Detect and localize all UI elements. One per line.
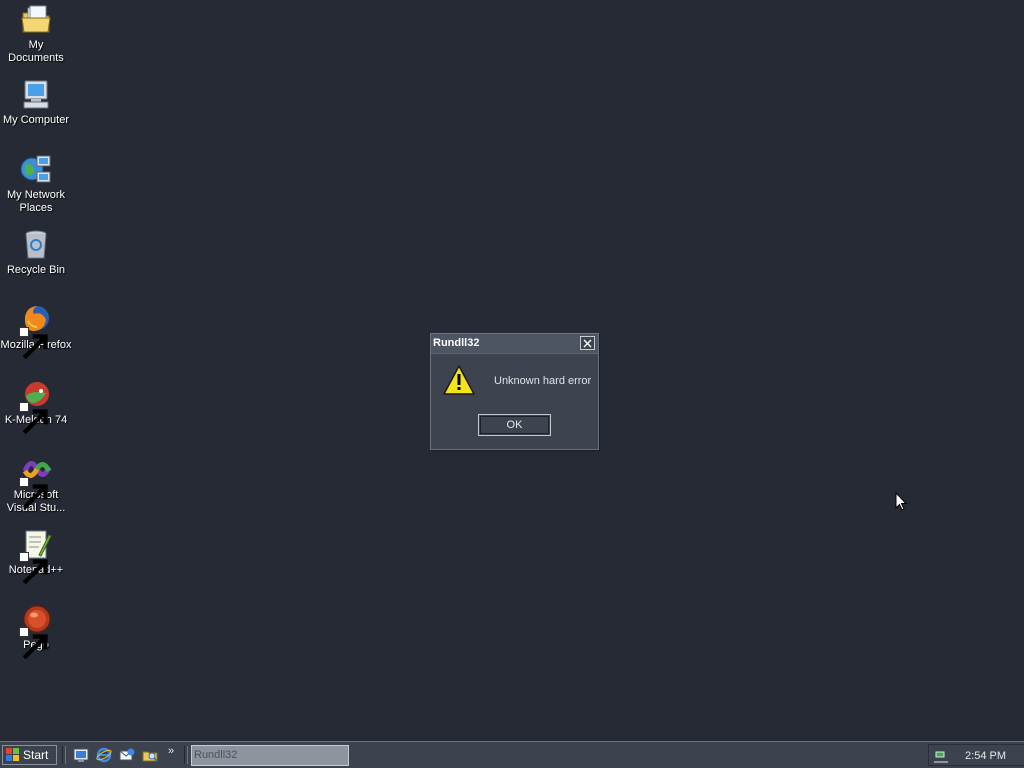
ok-button[interactable]: OK (478, 414, 551, 436)
recycle-bin-icon (19, 228, 53, 262)
shortcut-arrow-icon (19, 327, 48, 360)
internet-explorer-icon[interactable] (96, 747, 112, 763)
desktop-icon-visual-studio[interactable]: Microsoft Visual Stu... (0, 453, 72, 515)
start-label: Start (23, 748, 49, 762)
dialog-message: Unknown hard error (494, 375, 592, 387)
folder-documents-icon (19, 3, 53, 37)
pego-icon (19, 603, 53, 660)
taskbar-separator (184, 746, 188, 764)
desktop-icon-mozilla-firefox[interactable]: Mozilla Firefox (0, 303, 72, 360)
warning-icon (443, 364, 475, 396)
outlook-express-icon[interactable] (119, 747, 135, 763)
start-button[interactable]: Start (2, 745, 57, 765)
taskbar-button-rundll32[interactable]: Rundll32 (191, 745, 349, 766)
computer-icon (19, 78, 53, 112)
close-icon (583, 339, 592, 347)
desktop-icon-recycle-bin[interactable]: Recycle Bin (0, 228, 72, 277)
desktop-icon-label: My Network Places (6, 189, 66, 214)
taskbar: Start » Rundll32 2:54 PM (0, 741, 1024, 768)
desktop-icon-label: Recycle Bin (6, 264, 66, 276)
network-places-icon (19, 153, 53, 187)
desktop-icon-k-meleon[interactable]: K-Meleon 74 (0, 378, 72, 435)
firefox-icon (19, 303, 53, 360)
mouse-cursor-icon (895, 492, 907, 511)
taskbar-separator (62, 746, 66, 764)
desktop-icon-notepad-plus-plus[interactable]: Notepad++ (0, 528, 72, 585)
desktop-icon-my-network-places[interactable]: My Network Places (0, 153, 72, 215)
system-tray: 2:54 PM (928, 744, 1024, 766)
desktop-icon-label: My Computer (2, 114, 70, 126)
close-button[interactable] (580, 336, 595, 350)
dialog-titlebar[interactable]: Rundll32 (431, 334, 598, 354)
shortcut-arrow-icon (19, 552, 48, 585)
show-desktop-icon[interactable] (73, 747, 89, 763)
shortcut-arrow-icon (19, 477, 48, 510)
desktop-icon-my-computer[interactable]: My Computer (0, 78, 72, 127)
quick-launch-overflow-button[interactable]: » (168, 745, 174, 757)
windows-logo-icon (6, 748, 19, 761)
error-dialog: Rundll32 Unknown hard error OK (430, 333, 599, 450)
notepad-plus-plus-icon (19, 528, 53, 585)
shortcut-arrow-icon (19, 627, 48, 660)
dialog-title: Rundll32 (433, 337, 480, 349)
desktop-icon-my-documents[interactable]: My Documents (0, 3, 72, 65)
visual-studio-icon (19, 453, 53, 510)
network-tray-icon[interactable] (933, 748, 949, 764)
shortcut-arrow-icon (19, 402, 48, 435)
k-meleon-icon (19, 378, 53, 435)
desktop-icon-label: My Documents (8, 39, 64, 64)
clock[interactable]: 2:54 PM (965, 750, 1006, 762)
desktop-icon-pego[interactable]: Pego (0, 603, 72, 660)
windows-explorer-icon[interactable] (142, 747, 158, 763)
